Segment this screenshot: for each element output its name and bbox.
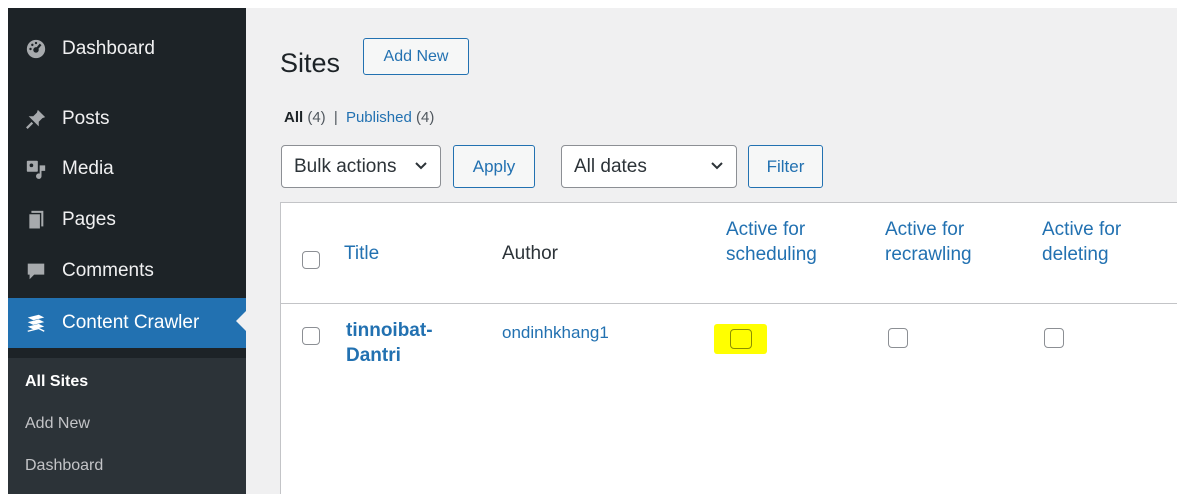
sidebar-item-label: Posts [62, 108, 110, 129]
submenu-item-all-sites[interactable]: All Sites [25, 373, 88, 391]
admin-sidebar: Dashboard Posts Media Pages Comments Con… [8, 8, 246, 494]
main-content: Sites Add New All (4) | Published (4) Bu… [246, 8, 1177, 494]
filter-all-count: (4) [307, 109, 326, 126]
chevron-down-icon [415, 162, 427, 170]
column-author: Author [502, 243, 558, 264]
table-header: Title Author Active for scheduling Activ… [281, 203, 1177, 304]
column-label-line: Active for [726, 219, 806, 240]
content-crawler-icon [24, 311, 48, 335]
content-crawler-submenu: All Sites Add New Dashboard [8, 358, 246, 494]
row-checkbox[interactable] [302, 327, 320, 345]
page-title: Sites [280, 48, 341, 78]
filter-published-count: (4) [416, 109, 435, 126]
column-active-recrawling[interactable]: Active for recrawling [885, 217, 972, 267]
site-title-line: tinnoibat- [346, 320, 433, 341]
site-title-link[interactable]: tinnoibat- Dantri [346, 318, 433, 368]
column-label-line: deleting [1042, 244, 1109, 265]
sidebar-item-label: Content Crawler [62, 312, 200, 333]
filter-published[interactable]: Published (4) [346, 109, 434, 126]
filter-separator: | [333, 109, 338, 126]
select-all-checkbox[interactable] [302, 251, 320, 269]
column-title[interactable]: Title [344, 241, 379, 266]
column-label-line: Active for [885, 219, 965, 240]
column-active-deleting[interactable]: Active for deleting [1042, 217, 1121, 267]
site-title-line: Dantri [346, 345, 401, 366]
column-label-line: Active for [1042, 219, 1122, 240]
sidebar-item-label: Dashboard [62, 38, 155, 59]
sidebar-item-label: Pages [62, 209, 116, 230]
bulk-actions-value: Bulk actions [294, 155, 397, 177]
comments-icon [24, 259, 48, 283]
filter-all-label: All [284, 109, 304, 126]
media-icon [24, 157, 48, 181]
filter-button[interactable]: Filter [748, 145, 823, 188]
sidebar-item-label: Media [62, 158, 114, 179]
column-label-line: recrawling [885, 244, 972, 265]
pushpin-icon [24, 107, 48, 131]
status-filter-links: All (4) | Published (4) [284, 109, 434, 126]
sidebar-item-content-crawler[interactable]: Content Crawler [8, 298, 246, 348]
dashboard-icon [24, 37, 48, 61]
sites-table: Title Author Active for scheduling Activ… [280, 202, 1177, 494]
recrawling-checkbox[interactable] [888, 328, 908, 348]
deleting-checkbox[interactable] [1044, 328, 1064, 348]
pages-icon [24, 208, 48, 232]
sidebar-item-dashboard[interactable]: Dashboard [8, 26, 246, 72]
sidebar-item-posts[interactable]: Posts [8, 96, 246, 142]
chevron-down-icon [711, 162, 723, 170]
filter-all[interactable]: All (4) [284, 109, 326, 126]
dates-select[interactable]: All dates [561, 145, 737, 188]
author-link[interactable]: ondinhkhang1 [502, 323, 609, 343]
apply-button[interactable]: Apply [453, 145, 535, 188]
filter-published-label: Published [345, 109, 412, 126]
submenu-item-add-new[interactable]: Add New [25, 415, 90, 433]
scheduling-checkbox[interactable] [730, 329, 752, 349]
sidebar-item-pages[interactable]: Pages [8, 197, 246, 243]
sidebar-item-label: Comments [62, 260, 154, 281]
bulk-actions-select[interactable]: Bulk actions [281, 145, 441, 188]
column-active-scheduling[interactable]: Active for scheduling [726, 217, 817, 267]
column-label-line: scheduling [726, 244, 817, 265]
sidebar-item-comments[interactable]: Comments [8, 248, 246, 294]
dates-value: All dates [574, 155, 647, 177]
add-new-button[interactable]: Add New [363, 38, 469, 75]
sidebar-item-media[interactable]: Media [8, 146, 246, 192]
submenu-item-dashboard[interactable]: Dashboard [25, 457, 103, 475]
